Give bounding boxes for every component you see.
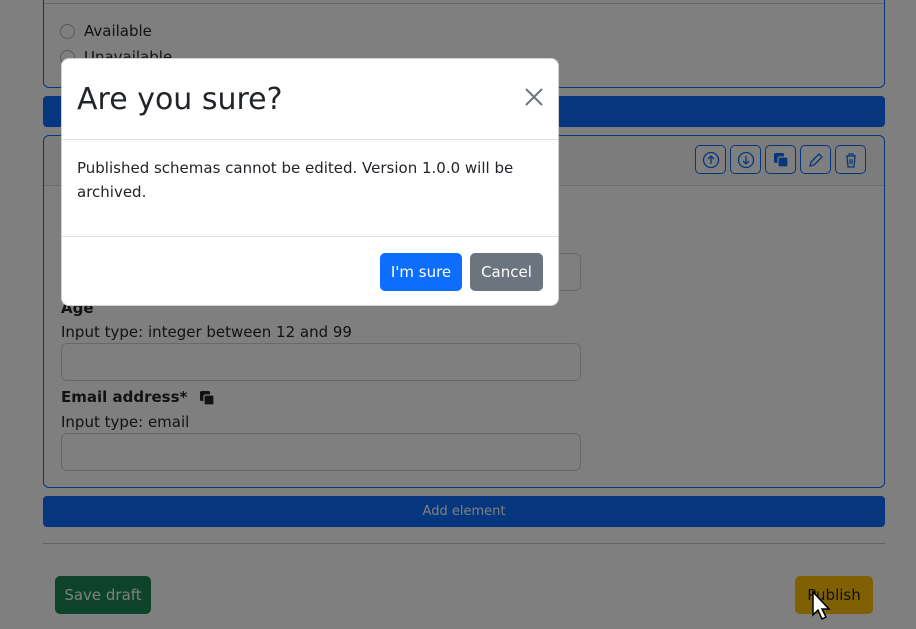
close-icon[interactable]	[522, 85, 546, 109]
modal-title: Are you sure?	[77, 82, 283, 117]
modal-body: Published schemas cannot be edited. Vers…	[77, 159, 514, 201]
confirm-button[interactable]: I'm sure	[380, 253, 462, 291]
confirm-dialog: Are you sure? Published schemas cannot b…	[61, 58, 559, 306]
modal-footer: I'm sure Cancel	[62, 236, 558, 307]
mouse-cursor-icon	[812, 591, 831, 621]
modal-header: Are you sure?	[62, 59, 558, 140]
cancel-button[interactable]: Cancel	[470, 253, 543, 291]
